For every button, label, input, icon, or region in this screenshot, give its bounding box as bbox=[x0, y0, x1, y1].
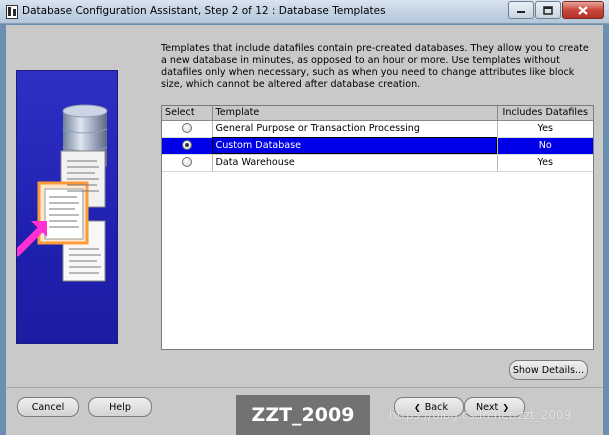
minimize-button[interactable] bbox=[508, 1, 534, 19]
maximize-button[interactable] bbox=[535, 1, 561, 19]
watermark-label: ZZT_2009 bbox=[236, 395, 370, 435]
table-row[interactable]: Data Warehouse Yes bbox=[162, 154, 593, 172]
includes-datafiles-value: No bbox=[497, 137, 593, 155]
table-row[interactable]: General Purpose or Transaction Processin… bbox=[162, 120, 593, 138]
template-documents-icon bbox=[37, 150, 106, 282]
dialog-body: Templates that include datafiles contain… bbox=[6, 25, 603, 435]
close-button[interactable] bbox=[562, 1, 604, 19]
divider bbox=[6, 387, 603, 388]
cancel-button[interactable]: Cancel bbox=[17, 397, 79, 417]
select-cell bbox=[162, 154, 213, 172]
templates-table-panel: Select Template Includes Datafiles Gener… bbox=[161, 105, 594, 350]
watermark-url: https://blog.csdn.net/zzt_2009 bbox=[389, 408, 572, 422]
minimize-icon bbox=[517, 11, 525, 13]
maximize-icon bbox=[543, 5, 553, 15]
template-radio[interactable] bbox=[181, 123, 192, 133]
help-button[interactable]: Help bbox=[88, 397, 152, 417]
column-header-includes-datafiles[interactable]: Includes Datafiles bbox=[497, 106, 593, 121]
includes-datafiles-value: Yes bbox=[497, 120, 593, 138]
table-row[interactable]: Custom Database No bbox=[162, 137, 593, 155]
template-name[interactable]: Custom Database bbox=[212, 137, 498, 155]
window-title: Database Configuration Assistant, Step 2… bbox=[22, 5, 386, 17]
column-header-template[interactable]: Template bbox=[212, 106, 498, 121]
table-header-row: Select Template Includes Datafiles bbox=[162, 106, 593, 121]
column-header-select[interactable]: Select bbox=[162, 106, 213, 121]
select-cell bbox=[162, 120, 213, 138]
close-icon bbox=[578, 5, 588, 15]
template-name[interactable]: General Purpose or Transaction Processin… bbox=[212, 120, 498, 138]
templates-description: Templates that include datafiles contain… bbox=[161, 43, 589, 90]
includes-datafiles-value: Yes bbox=[497, 154, 593, 172]
title-bar: Database Configuration Assistant, Step 2… bbox=[0, 0, 609, 24]
database-templates-illustration bbox=[16, 70, 118, 344]
template-name[interactable]: Data Warehouse bbox=[212, 154, 498, 172]
template-radio[interactable] bbox=[181, 157, 192, 167]
show-details-button[interactable]: Show Details... bbox=[509, 360, 588, 380]
window-controls bbox=[507, 1, 604, 19]
templates-table: Select Template Includes Datafiles Gener… bbox=[162, 106, 593, 172]
app-icon bbox=[6, 5, 18, 19]
select-cell bbox=[162, 137, 213, 155]
template-radio[interactable] bbox=[181, 140, 192, 150]
